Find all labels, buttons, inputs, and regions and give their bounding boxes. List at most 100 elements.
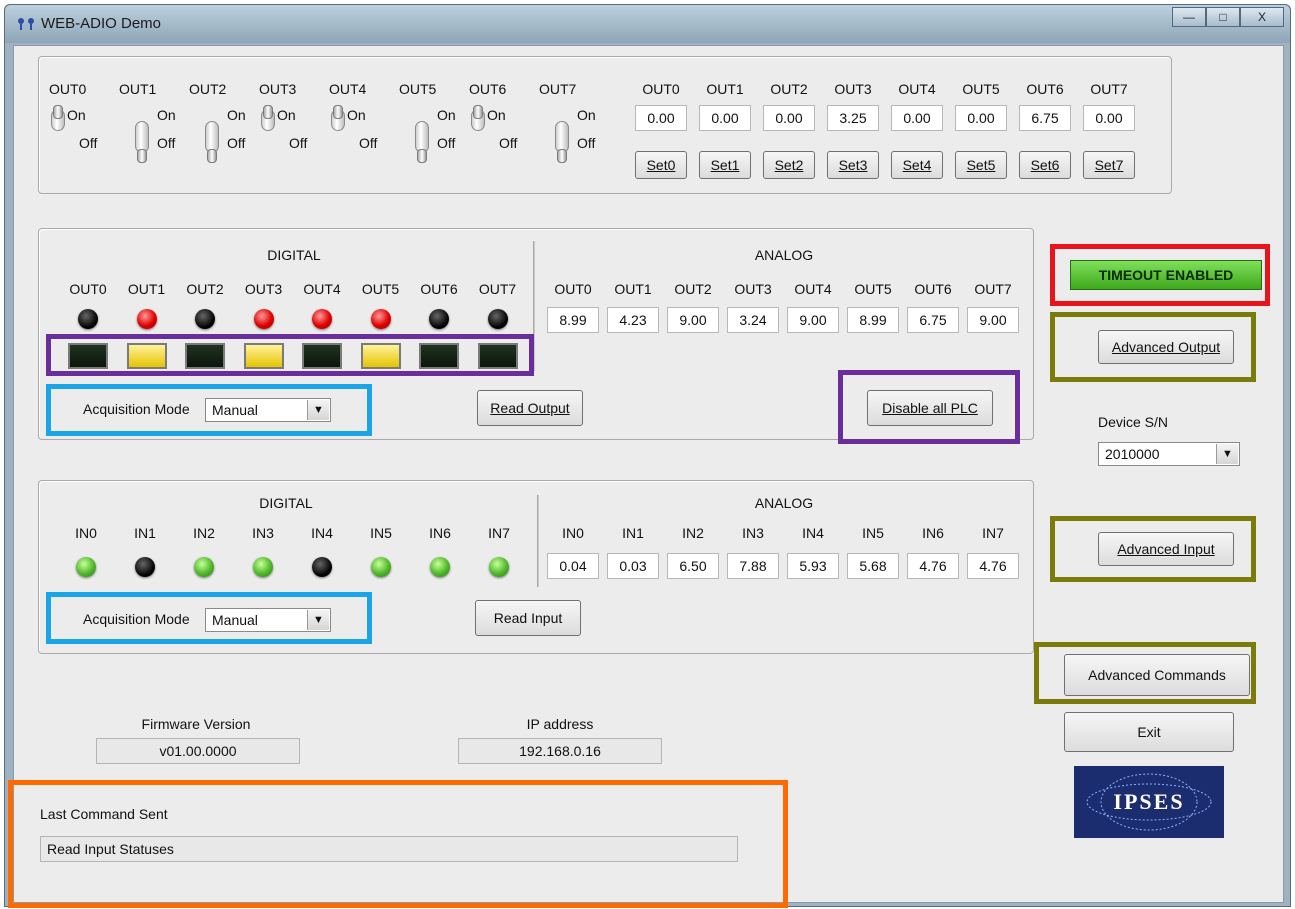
close-button[interactable]: X bbox=[1240, 7, 1284, 27]
chevron-down-icon: ▼ bbox=[1216, 444, 1238, 464]
digital-output-label: OUT0 bbox=[49, 81, 87, 97]
set-analog-button[interactable]: Set5 bbox=[955, 151, 1007, 179]
set-analog-button[interactable]: Set2 bbox=[763, 151, 815, 179]
read-output-label: Read Output bbox=[490, 400, 570, 416]
firmware-value: v01.00.0000 bbox=[96, 738, 300, 764]
toggle-off-label: Off bbox=[359, 135, 378, 151]
device-sn-value: 2010000 bbox=[1105, 446, 1160, 462]
input-status-led bbox=[76, 557, 96, 577]
digital-output-label: OUT6 bbox=[469, 81, 507, 97]
analog-output-label: OUT1 bbox=[706, 81, 744, 97]
toggle-off-label: Off bbox=[437, 135, 456, 151]
input-analog-readback-label: IN4 bbox=[802, 525, 824, 541]
set-analog-button[interactable]: Set6 bbox=[1019, 151, 1071, 179]
output-analog-readback-value: 8.99 bbox=[847, 307, 899, 333]
set-analog-button[interactable]: Set0 bbox=[635, 151, 687, 179]
set-analog-label: Set4 bbox=[902, 157, 932, 173]
toggle-on-label: On bbox=[277, 107, 296, 123]
device-sn-select[interactable]: 2010000 ▼ bbox=[1098, 442, 1240, 466]
input-analog-readback-label: IN2 bbox=[682, 525, 704, 541]
toggle-on-label: On bbox=[157, 107, 176, 123]
analog-output-label: OUT2 bbox=[770, 81, 808, 97]
analog-output-input[interactable]: 0.00 bbox=[955, 105, 1007, 131]
output-analog-readback-value: 8.99 bbox=[547, 307, 599, 333]
input-readback-label: IN6 bbox=[429, 525, 451, 541]
output-status-led bbox=[78, 309, 98, 329]
output-analog-readback-value: 4.23 bbox=[607, 307, 659, 333]
read-output-button[interactable]: Read Output bbox=[477, 390, 583, 426]
input-status-led bbox=[312, 557, 332, 577]
highlight-output-acq bbox=[46, 384, 372, 436]
output-controls-panel: OUT0 On Off OUT1 On Off OUT2 On Off OUT3 On Off OUT4… bbox=[38, 56, 1172, 194]
close-icon: X bbox=[1257, 10, 1266, 24]
digital-output-label: OUT7 bbox=[539, 81, 577, 97]
exit-button[interactable]: Exit bbox=[1064, 712, 1234, 752]
toggle-on-label: On bbox=[437, 107, 456, 123]
digital-output-label: OUT5 bbox=[399, 81, 437, 97]
set-analog-button[interactable]: Set7 bbox=[1083, 151, 1135, 179]
analog-output-input[interactable]: 0.00 bbox=[1083, 105, 1135, 131]
input-analog-readback-value: 5.68 bbox=[847, 553, 899, 579]
highlight-advanced-output bbox=[1050, 312, 1256, 382]
output-analog-readback-value: 6.75 bbox=[907, 307, 959, 333]
toggle-switch-lever bbox=[473, 105, 483, 119]
highlight-output-led-squares bbox=[46, 334, 534, 376]
input-analog-readback-value: 4.76 bbox=[907, 553, 959, 579]
output-analog-readback-value: 9.00 bbox=[967, 307, 1019, 333]
toggle-on-label: On bbox=[577, 107, 596, 123]
maximize-button[interactable]: □ bbox=[1206, 7, 1240, 27]
toggle-off-label: Off bbox=[79, 135, 98, 151]
input-analog-readback-value: 7.88 bbox=[727, 553, 779, 579]
analog-output-input[interactable]: 6.75 bbox=[1019, 105, 1071, 131]
digital-output-toggle[interactable]: On Off bbox=[189, 105, 259, 175]
input-analog-readback-label: IN3 bbox=[742, 525, 764, 541]
output-analog-readback-value: 3.24 bbox=[727, 307, 779, 333]
analog-output-input[interactable]: 3.25 bbox=[827, 105, 879, 131]
digital-output-toggle[interactable]: On Off bbox=[329, 105, 399, 175]
output-readback-label: OUT7 bbox=[478, 281, 517, 297]
set-analog-button[interactable]: Set1 bbox=[699, 151, 751, 179]
input-readback-label: IN1 bbox=[134, 525, 156, 541]
digital-output-toggle[interactable]: On Off bbox=[399, 105, 469, 175]
analog-output-input[interactable]: 0.00 bbox=[635, 105, 687, 131]
input-digital-title: DIGITAL bbox=[259, 495, 313, 511]
analog-output-input[interactable]: 0.00 bbox=[699, 105, 751, 131]
input-analog-readback-value: 4.76 bbox=[967, 553, 1019, 579]
analog-output-label: OUT3 bbox=[834, 81, 872, 97]
analog-output-input[interactable]: 0.00 bbox=[891, 105, 943, 131]
toggle-off-label: Off bbox=[577, 135, 596, 151]
set-analog-button[interactable]: Set4 bbox=[891, 151, 943, 179]
input-analog-readback-label: IN1 bbox=[622, 525, 644, 541]
toggle-switch-lever bbox=[53, 105, 63, 119]
input-analog-readback-value: 5.93 bbox=[787, 553, 839, 579]
output-readback-label: OUT3 bbox=[244, 281, 283, 297]
output-analog-readback-label: OUT0 bbox=[554, 281, 592, 297]
digital-output-toggle[interactable]: On Off bbox=[49, 105, 119, 175]
input-readback-label: IN5 bbox=[370, 525, 392, 541]
set-analog-label: Set6 bbox=[1030, 157, 1060, 173]
toggle-switch-lever bbox=[137, 149, 147, 163]
digital-output-label: OUT4 bbox=[329, 81, 367, 97]
input-analog-readback-value: 6.50 bbox=[667, 553, 719, 579]
digital-output-toggle[interactable]: On Off bbox=[119, 105, 189, 175]
digital-output-toggle[interactable]: On Off bbox=[539, 105, 609, 175]
output-status-led bbox=[312, 309, 332, 329]
toggle-on-label: On bbox=[347, 107, 366, 123]
exit-label: Exit bbox=[1137, 724, 1161, 740]
set-analog-button[interactable]: Set3 bbox=[827, 151, 879, 179]
output-analog-readback-label: OUT2 bbox=[674, 281, 712, 297]
highlight-input-acq bbox=[46, 592, 372, 644]
client-area: OUT0 On Off OUT1 On Off OUT2 On Off OUT3 On Off OUT4… bbox=[8, 45, 1284, 908]
toggle-off-label: Off bbox=[227, 135, 246, 151]
analog-output-label: OUT6 bbox=[1026, 81, 1064, 97]
digital-output-toggle[interactable]: On Off bbox=[469, 105, 539, 175]
input-status-led bbox=[489, 557, 509, 577]
digital-output-toggle[interactable]: On Off bbox=[259, 105, 329, 175]
toggle-on-label: On bbox=[487, 107, 506, 123]
input-analog-readback-value: 0.04 bbox=[547, 553, 599, 579]
read-input-button[interactable]: Read Input bbox=[475, 600, 581, 636]
input-analog-title: ANALOG bbox=[754, 495, 814, 511]
analog-output-input[interactable]: 0.00 bbox=[763, 105, 815, 131]
analog-output-label: OUT7 bbox=[1090, 81, 1128, 97]
minimize-button[interactable]: — bbox=[1172, 7, 1206, 27]
